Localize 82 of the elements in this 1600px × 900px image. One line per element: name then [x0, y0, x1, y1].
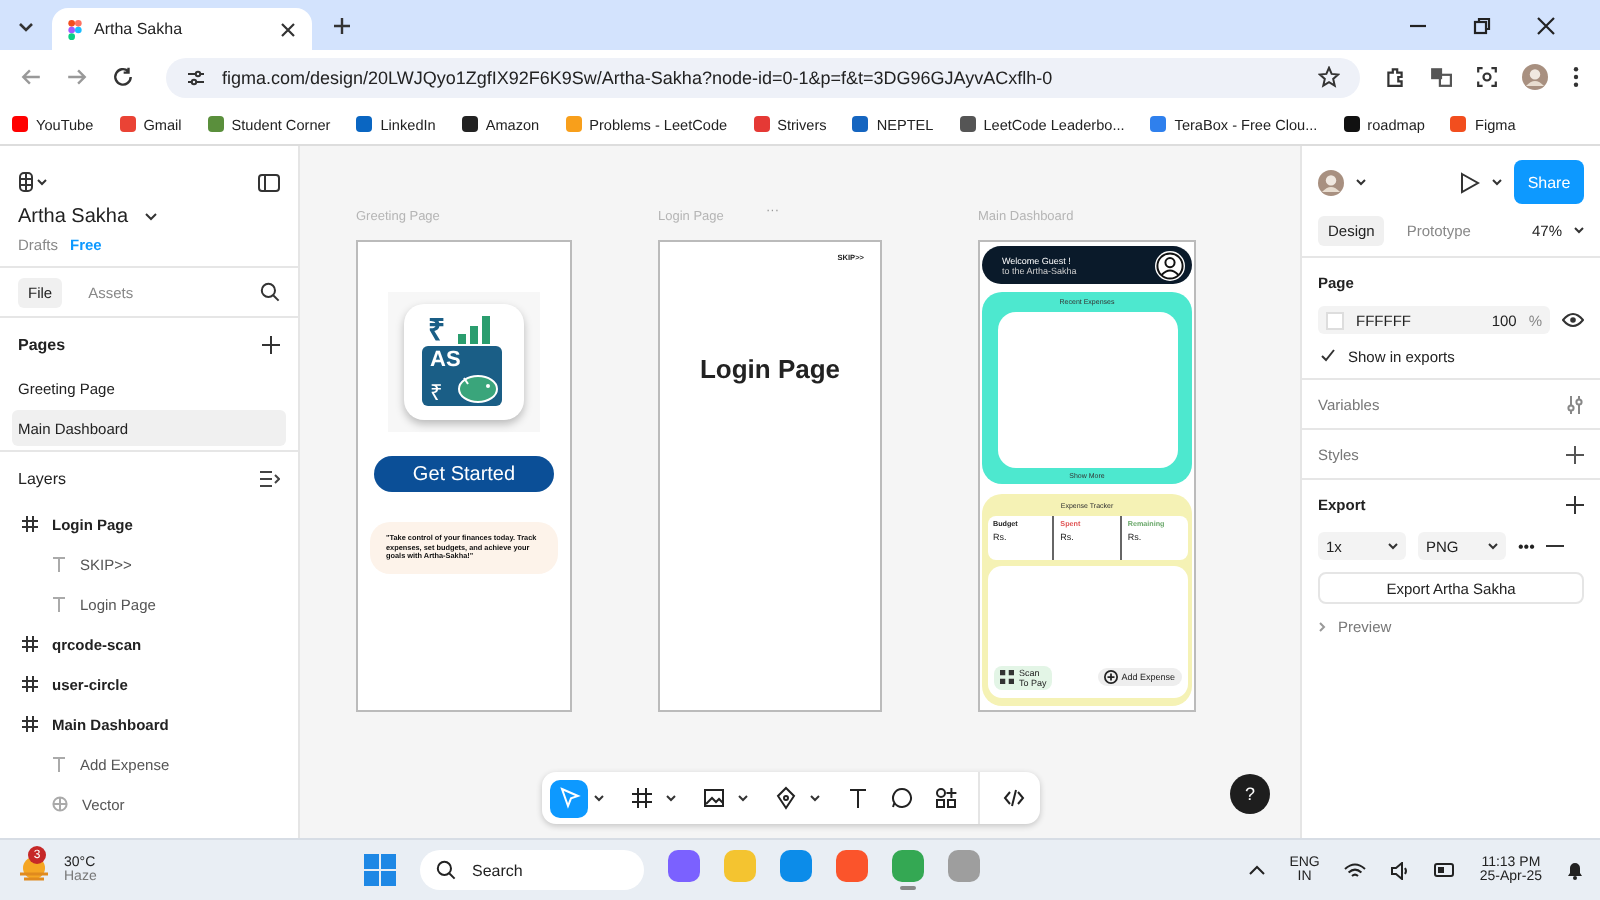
chevron-icon[interactable]	[1318, 621, 1326, 631]
frame-icon	[22, 516, 38, 532]
piggy-bank-icon	[456, 370, 500, 404]
caret-icon	[1488, 542, 1498, 550]
cursor-icon	[557, 786, 581, 810]
checkbox[interactable]	[1318, 347, 1336, 365]
user-avatar-icon[interactable]	[1318, 169, 1344, 195]
frame-icon	[22, 636, 38, 652]
logo-text: AS	[430, 348, 461, 372]
help-button[interactable]: ?	[1230, 774, 1270, 814]
caret-icon[interactable]	[738, 794, 748, 802]
battery-icon[interactable]	[1433, 862, 1456, 878]
back-icon[interactable]	[20, 66, 42, 88]
section-title: Pages	[18, 335, 66, 353]
image-icon	[701, 786, 725, 810]
figma-menu-icon[interactable]	[18, 172, 50, 192]
plus-circle-icon	[1103, 670, 1118, 685]
pen-icon	[773, 786, 797, 810]
address-bar[interactable]: figma.com/design/20LWJQyo1ZgfIX92F6K9Sw/Artha-Sakha?node-id=0-1&p=f&t=3DG96GJAyvACxflh-0	[166, 57, 1360, 97]
play-icon[interactable]	[1460, 171, 1480, 193]
eye-icon[interactable]	[1562, 312, 1584, 328]
caret-icon[interactable]	[1574, 226, 1584, 234]
speaker-icon[interactable]	[1389, 861, 1410, 879]
sliders-icon[interactable]	[1566, 395, 1584, 413]
logo-symbol: ₹	[428, 312, 446, 348]
new-tab-icon[interactable]	[332, 15, 352, 35]
user-circle-icon[interactable]	[1154, 249, 1186, 281]
chevron-up-icon[interactable]	[1247, 864, 1266, 876]
file-name[interactable]: Artha Sakha	[18, 206, 129, 228]
figma-logo-icon	[68, 19, 82, 39]
close-icon[interactable]	[280, 21, 296, 37]
search-field[interactable]: Search	[420, 850, 645, 890]
add-icon[interactable]	[262, 335, 280, 353]
frame-icon	[22, 716, 38, 732]
tab-title: Artha Sakha	[94, 20, 185, 38]
caret-icon[interactable]	[1492, 178, 1502, 186]
caret-icon[interactable]	[1356, 178, 1366, 186]
avatar-icon[interactable]	[1522, 64, 1548, 90]
text-icon	[52, 756, 66, 772]
collapse-layers-icon[interactable]	[260, 469, 280, 487]
shapes-icon	[933, 786, 957, 810]
taskbar-app[interactable]	[892, 850, 925, 890]
text-icon	[845, 786, 869, 810]
sidebar-toggle-icon[interactable]	[258, 173, 280, 191]
menu-icon[interactable]	[1572, 66, 1580, 88]
frame-icon	[22, 676, 38, 692]
caret-icon[interactable]	[594, 794, 604, 802]
bar-chart-icon	[456, 316, 492, 344]
start-icon[interactable]	[364, 854, 397, 886]
more-options[interactable]: •••	[1518, 537, 1535, 555]
screenshot-icon[interactable]	[1476, 66, 1498, 88]
restore-icon[interactable]	[1472, 15, 1492, 35]
star-icon[interactable]	[1318, 66, 1340, 88]
url-text: figma.com/design/20LWJQyo1ZgfIX92F6K9Sw/Artha-Sakha?node-id=0-1&p=f&t=3DG96GJAyvACxflh-0	[222, 67, 1053, 87]
search-icon[interactable]	[260, 282, 280, 302]
caret-icon[interactable]	[144, 212, 159, 222]
frame-icon	[629, 786, 653, 810]
close-icon[interactable]	[1536, 15, 1556, 35]
browser-tab[interactable]: Artha Sakha	[52, 8, 312, 50]
text-icon	[52, 556, 66, 572]
translate-icon[interactable]	[1430, 66, 1452, 88]
qr-scan-icon	[999, 670, 1013, 685]
text-icon	[52, 596, 66, 612]
extensions-icon[interactable]	[1384, 66, 1406, 88]
caret-icon	[1388, 542, 1398, 550]
reload-icon[interactable]	[112, 66, 134, 88]
vector-icon	[52, 796, 68, 812]
site-settings-icon[interactable]	[186, 67, 206, 87]
bell-icon[interactable]	[1566, 860, 1584, 880]
wifi-icon[interactable]	[1343, 861, 1366, 879]
page-heading: Login Page	[699, 354, 841, 384]
caret-icon[interactable]	[810, 794, 820, 802]
logo-symbol: ₹	[430, 380, 442, 406]
comment-icon	[889, 786, 913, 810]
forward-icon[interactable]	[66, 66, 88, 88]
add-icon[interactable]	[1566, 445, 1584, 463]
search-icon	[436, 860, 457, 880]
add-icon[interactable]	[1566, 495, 1584, 513]
get-started-button[interactable]: Get Started	[374, 456, 554, 492]
caret-icon[interactable]	[666, 794, 676, 802]
section-title: Layers	[18, 469, 67, 487]
code-icon	[1001, 786, 1025, 810]
